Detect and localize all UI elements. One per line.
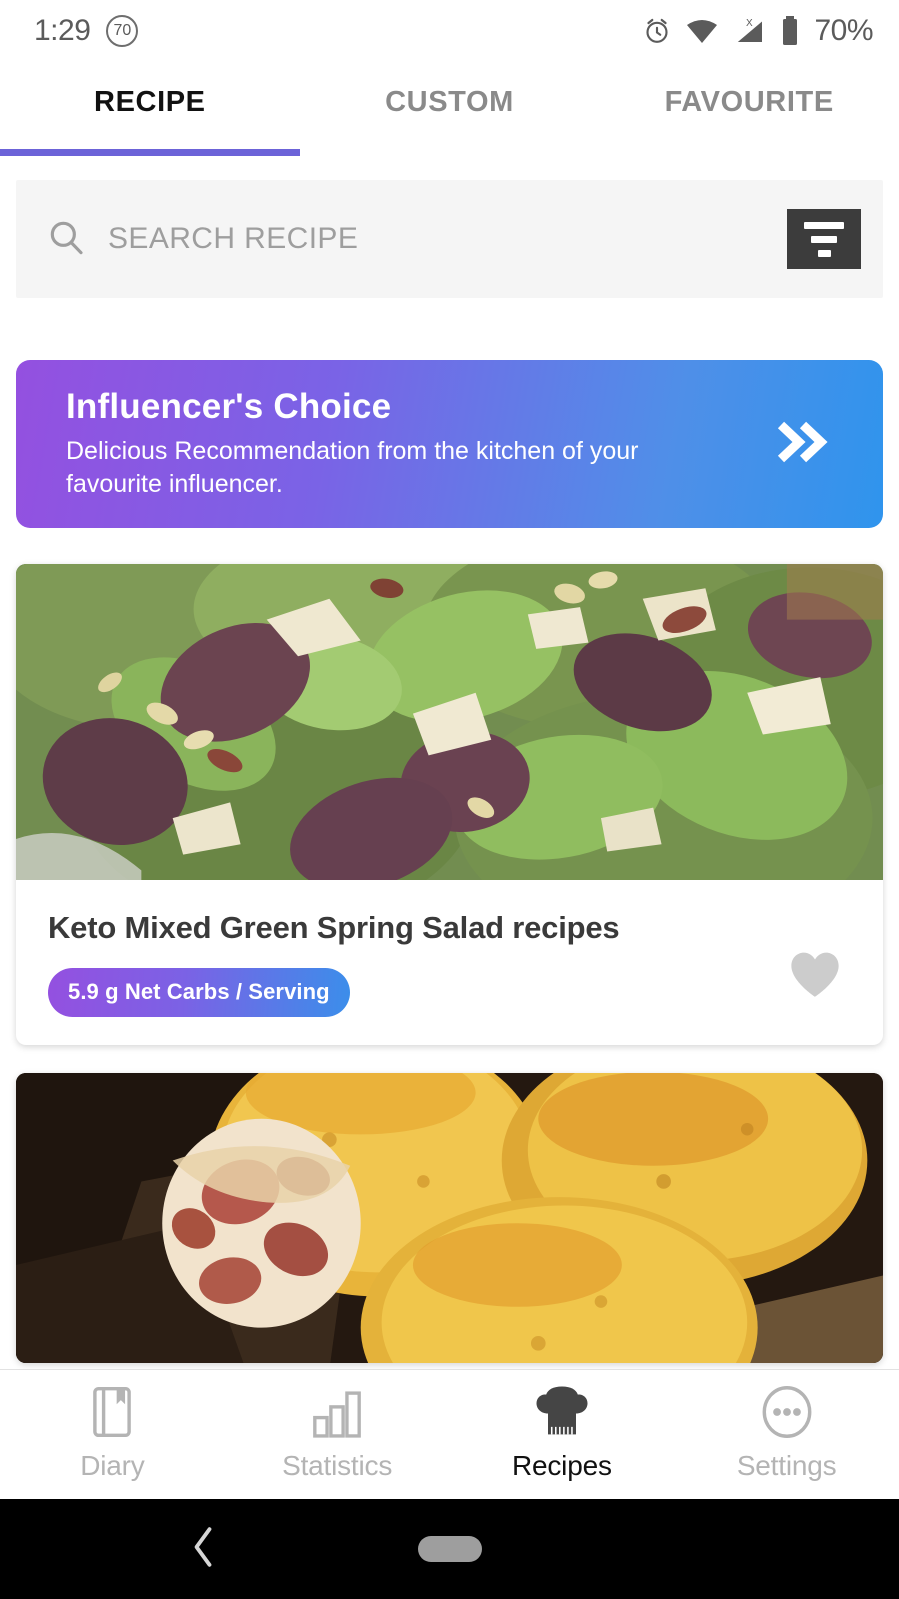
tab-bar: RECIPE CUSTOM FAVOURITE bbox=[0, 62, 899, 156]
more-circle-icon bbox=[760, 1384, 814, 1440]
banner-title: Influencer's Choice bbox=[66, 387, 392, 426]
nav-item-diary[interactable]: Diary bbox=[0, 1384, 225, 1482]
battery-icon bbox=[783, 16, 798, 45]
recipe-card-list: Keto Mixed Green Spring Salad recipes 5.… bbox=[0, 564, 899, 1363]
search-bar[interactable] bbox=[16, 180, 883, 298]
nav-label-statistics: Statistics bbox=[282, 1449, 393, 1481]
svg-text:X: X bbox=[746, 18, 753, 29]
filter-icon-bar-top bbox=[804, 221, 844, 229]
recipe-image bbox=[16, 1073, 883, 1363]
banner-subtitle: Delicious Recommendation from the kitche… bbox=[66, 437, 639, 498]
recipe-card[interactable] bbox=[16, 1073, 883, 1363]
tab-favourite-label: FAVOURITE bbox=[664, 85, 834, 118]
wifi-icon bbox=[687, 20, 718, 43]
recipe-image bbox=[16, 564, 883, 880]
status-bar-left: 1:29 70 bbox=[34, 14, 139, 48]
nav-label-settings: Settings bbox=[736, 1449, 837, 1481]
tab-recipe[interactable]: RECIPE bbox=[0, 62, 300, 156]
home-pill-icon[interactable] bbox=[417, 1536, 482, 1562]
battery-percent-label: 70% bbox=[814, 14, 873, 47]
double-chevron-right-icon[interactable] bbox=[773, 415, 835, 474]
nav-item-settings[interactable]: Settings bbox=[674, 1384, 899, 1482]
android-system-nav-bar bbox=[0, 1499, 899, 1599]
tab-active-indicator bbox=[0, 149, 300, 156]
search-input[interactable] bbox=[106, 221, 787, 257]
tab-custom[interactable]: CUSTOM bbox=[300, 62, 600, 156]
book-icon bbox=[88, 1384, 136, 1440]
nav-item-statistics[interactable]: Statistics bbox=[225, 1384, 450, 1482]
status-time: 1:29 bbox=[34, 14, 91, 47]
app-screen: 1:29 70 X 70% RECIPE CUSTOM FAVOURITE SE… bbox=[0, 0, 899, 1599]
cellular-signal-x-icon: X bbox=[735, 18, 764, 43]
recipe-card-info: Keto Mixed Green Spring Salad recipes 5.… bbox=[48, 910, 787, 1017]
nav-label-diary: Diary bbox=[80, 1449, 145, 1481]
influencers-choice-banner[interactable]: Influencer's Choice Delicious Recommenda… bbox=[16, 360, 883, 528]
recipe-card-body: Keto Mixed Green Spring Salad recipes 5.… bbox=[16, 880, 883, 1045]
alarm-clock-icon bbox=[646, 18, 669, 43]
status-bar-right: X 70% bbox=[642, 14, 873, 48]
recipe-list-scroll-area[interactable]: Influencer's Choice Delicious Recommenda… bbox=[0, 156, 899, 1369]
back-chevron-icon[interactable] bbox=[190, 1526, 216, 1573]
filter-icon-bar-middle bbox=[811, 235, 837, 243]
data-saver-badge-icon: 70 bbox=[106, 15, 139, 47]
recipe-title: Keto Mixed Green Spring Salad recipes bbox=[48, 910, 620, 945]
banner-text: Influencer's Choice Delicious Recommenda… bbox=[66, 387, 759, 501]
filter-icon-bar-bottom bbox=[817, 249, 831, 257]
tab-custom-label: CUSTOM bbox=[385, 85, 514, 118]
tab-favourite[interactable]: FAVOURITE bbox=[599, 62, 899, 156]
status-bar: 1:29 70 X 70% bbox=[0, 0, 899, 62]
recipe-card[interactable]: Keto Mixed Green Spring Salad recipes 5.… bbox=[16, 564, 883, 1045]
filter-button[interactable] bbox=[787, 209, 861, 269]
nav-label-recipes: Recipes bbox=[511, 1449, 612, 1481]
bottom-navigation-bar: Diary Statistics Recipes Settings bbox=[0, 1369, 899, 1499]
net-carbs-badge: 5.9 g Net Carbs / Serving bbox=[48, 968, 350, 1017]
nav-item-recipes[interactable]: Recipes bbox=[450, 1384, 675, 1482]
bar-chart-icon bbox=[311, 1384, 363, 1440]
tab-recipe-label: RECIPE bbox=[94, 85, 206, 118]
search-icon bbox=[46, 217, 86, 262]
chef-hat-icon bbox=[534, 1384, 590, 1440]
favourite-heart-icon[interactable] bbox=[787, 949, 843, 1002]
